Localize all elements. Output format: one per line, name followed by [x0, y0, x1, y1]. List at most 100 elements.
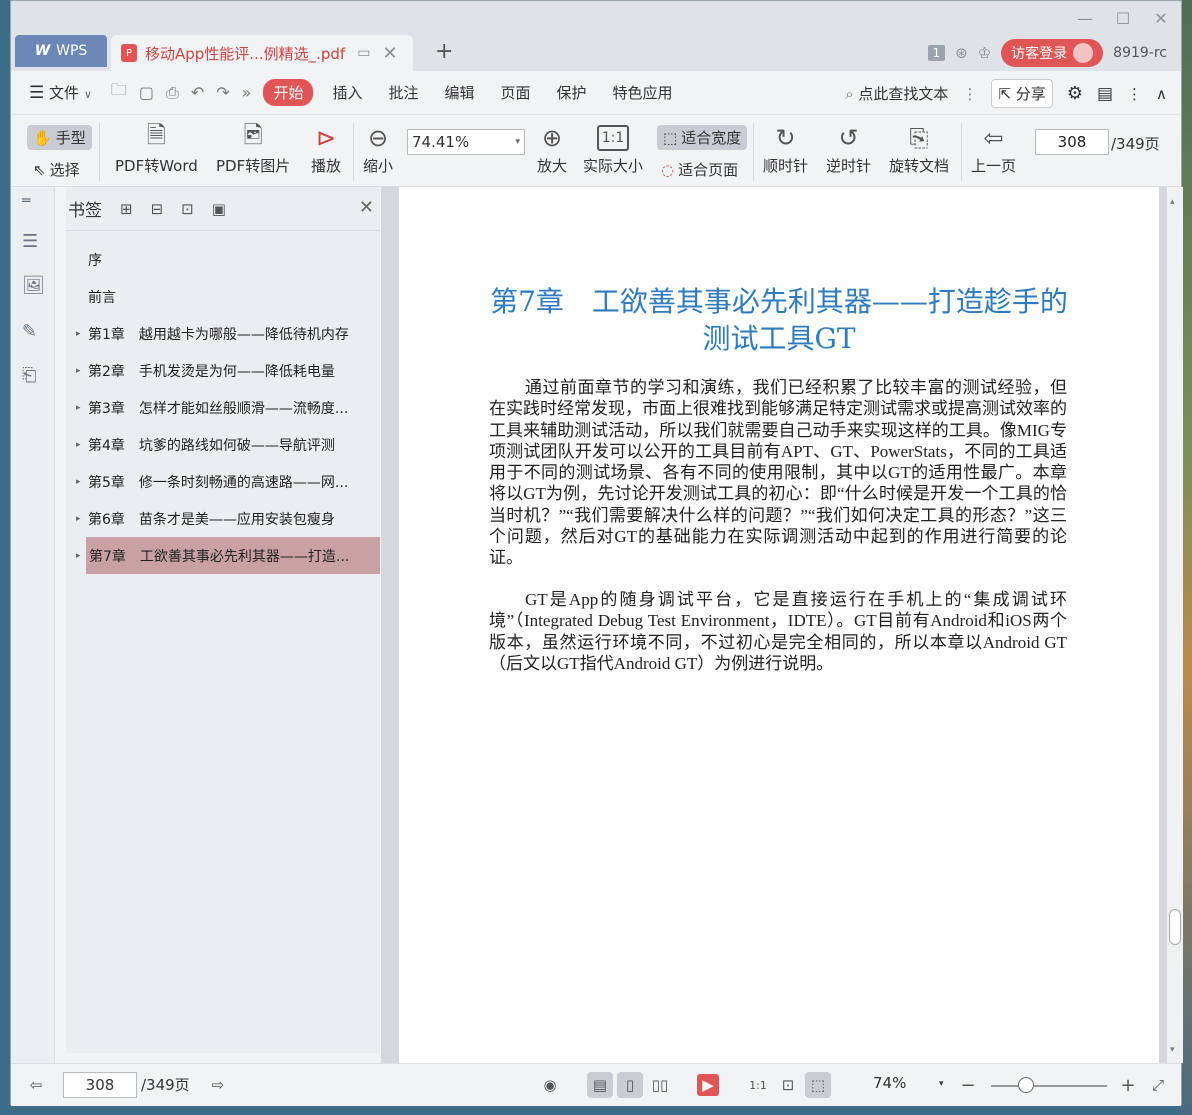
expand-arrow-icon[interactable]: ▸: [76, 440, 81, 450]
more-vertical-icon[interactable]: ⋮: [962, 85, 977, 103]
attachment-icon[interactable]: ⎗: [22, 365, 36, 386]
menu-insert[interactable]: 插入: [319, 82, 375, 103]
menu-start[interactable]: 开始: [263, 79, 314, 106]
scrollbar-thumb[interactable]: [1169, 909, 1181, 945]
expand-arrow-icon[interactable]: ▸: [76, 477, 81, 487]
menu-special[interactable]: 特色应用: [600, 82, 686, 103]
more-options-icon[interactable]: ⋮: [1127, 85, 1142, 103]
prev-page-icon[interactable]: ⇦: [23, 1072, 49, 1098]
bookmark-options-icon[interactable]: ▣: [212, 200, 226, 218]
bookmark-item[interactable]: ▸ 第3章 怎样才能如丝般顺滑——流畅度...: [66, 389, 380, 426]
more-quick-icon[interactable]: »: [236, 83, 258, 102]
prev-page-button[interactable]: ⇦ 上一页: [971, 121, 1016, 176]
share-button[interactable]: ⇱ 分享: [991, 79, 1053, 108]
annotation-icon[interactable]: ✎: [22, 321, 37, 342]
tab-wps-home[interactable]: W WPS: [15, 35, 107, 67]
zoom-slider[interactable]: [991, 1085, 1107, 1087]
minimize-button[interactable]: —: [1075, 9, 1095, 28]
fit-page-status-icon[interactable]: ⊡: [775, 1072, 801, 1098]
pin-window-icon[interactable]: ▭: [357, 45, 370, 61]
status-page-input[interactable]: 308: [63, 1072, 137, 1098]
skin-icon[interactable]: ♔: [978, 44, 991, 62]
collapse-ribbon-icon[interactable]: ∧: [1156, 85, 1167, 103]
actual-size-button[interactable]: 1:1 实际大小: [583, 121, 643, 176]
vertical-scrollbar[interactable]: ▴ ▾: [1167, 187, 1183, 1063]
redo-icon[interactable]: ↷: [210, 83, 235, 102]
actual-size-status-icon[interactable]: 1:1: [745, 1072, 771, 1098]
continuous-view-icon[interactable]: ▤: [587, 1072, 613, 1098]
comment-icon[interactable]: ▤: [1097, 84, 1113, 104]
pdf-to-image-button[interactable]: 🖻 PDF转图片: [216, 121, 290, 176]
expand-all-icon[interactable]: ⊞: [120, 200, 133, 218]
tab-wps-label: WPS: [56, 43, 88, 59]
print-icon[interactable]: ⎙: [160, 83, 185, 103]
bookmark-item[interactable]: 前言: [66, 278, 380, 315]
bookmark-item[interactable]: ▸ 第4章 坑爹的路线如何破——导航评测: [66, 426, 380, 463]
zoom-out-icon: ⊖: [367, 124, 389, 152]
gear-icon[interactable]: ⚙: [1067, 83, 1083, 104]
single-page-icon[interactable]: ▯: [617, 1072, 643, 1098]
expand-arrow-icon[interactable]: ▸: [76, 403, 81, 413]
zoom-out-status-icon[interactable]: −: [955, 1072, 981, 1098]
zoom-select[interactable]: 74.41% ▾: [407, 129, 525, 155]
window-count-badge[interactable]: 1: [927, 45, 946, 61]
rotate-document-button[interactable]: ⎘ 旋转文档: [889, 121, 949, 176]
menu-protect[interactable]: 保护: [544, 82, 600, 103]
two-page-icon[interactable]: ▯▯: [647, 1072, 673, 1098]
rotate-counterclockwise-button[interactable]: ↺ 逆时针: [826, 121, 871, 176]
fit-width-status-icon[interactable]: ⬚: [805, 1072, 831, 1098]
expand-arrow-icon[interactable]: ▸: [76, 514, 81, 524]
menu-page[interactable]: 页面: [488, 82, 544, 103]
next-page-icon[interactable]: ⇨: [205, 1072, 231, 1098]
undo-icon[interactable]: ↶: [185, 83, 210, 102]
sync-icon[interactable]: ⊛: [955, 44, 968, 62]
fit-page-button[interactable]: ◌ 适合页面: [661, 159, 738, 180]
new-tab-button[interactable]: +: [435, 39, 453, 64]
menu-annotate[interactable]: 批注: [375, 82, 431, 103]
scroll-up-icon[interactable]: ▴: [1170, 197, 1175, 207]
bookmark-item[interactable]: ▸ 第1章 越用越卡为哪般——降低待机内存: [66, 315, 380, 352]
bookmark-list-icon[interactable]: ☰: [22, 231, 38, 252]
expand-arrow-icon[interactable]: ▸: [76, 551, 81, 561]
open-folder-icon[interactable]: 🗀: [105, 79, 133, 106]
zoom-in-button[interactable]: ⊕ 放大: [537, 121, 567, 176]
collapse-all-icon[interactable]: ⊟: [151, 200, 164, 218]
eye-protection-icon[interactable]: ◉: [537, 1072, 563, 1098]
zoom-dropdown-icon[interactable]: ▾: [939, 1079, 944, 1089]
zoom-out-button[interactable]: ⊖ 缩小: [363, 121, 393, 176]
zoom-in-status-icon[interactable]: +: [1115, 1072, 1141, 1098]
bookmark-item[interactable]: ▸ 第6章 苗条才是美——应用安装包瘦身: [66, 500, 380, 537]
bookmark-item[interactable]: ▸ 第5章 修一条时刻畅通的高速路——网...: [66, 463, 380, 500]
play-slideshow-icon[interactable]: ▶: [697, 1074, 719, 1096]
menu-edit[interactable]: 编辑: [432, 82, 488, 103]
tab-document[interactable]: P 移动App性能评...例精选_.pdf ▭ ✕: [111, 35, 413, 71]
select-tool-button[interactable]: ⇖ 选择: [33, 159, 80, 180]
document-viewport[interactable]: 第7章 工欲善其事必先利其器——打造趁手的测试工具GT 通过前面章节的学习和演练…: [381, 187, 1167, 1063]
bookmark-item[interactable]: ▸ 第2章 手机发烫是为何——降低耗电量: [66, 352, 380, 389]
fullscreen-icon[interactable]: ⤢: [1145, 1072, 1171, 1098]
file-menu[interactable]: ☰ 文件 ∨: [11, 82, 105, 103]
guest-login-button[interactable]: 访客登录: [1001, 39, 1104, 67]
close-tab-icon[interactable]: ✕: [382, 43, 397, 64]
expand-arrow-icon[interactable]: ▸: [76, 329, 81, 339]
maximize-button[interactable]: ☐: [1113, 9, 1133, 28]
fit-width-button[interactable]: ⬚ 适合宽度: [657, 125, 748, 150]
close-panel-icon[interactable]: ✕: [359, 197, 374, 218]
page-number-input[interactable]: 308: [1035, 129, 1109, 155]
expand-arrow-icon[interactable]: ▸: [76, 366, 81, 376]
close-window-button[interactable]: ✕: [1151, 9, 1171, 28]
hand-tool-button[interactable]: ✋ 手型: [27, 125, 92, 150]
pdf-to-word-button[interactable]: 🗎 PDF转Word: [115, 121, 198, 176]
divider: [753, 123, 754, 181]
play-button[interactable]: ⊳ 播放: [311, 121, 341, 176]
rotate-clockwise-button[interactable]: ↻ 顺时针: [763, 121, 808, 176]
bookmark-item[interactable]: ▸ 第7章 工欲善其事必先利其器——打造...: [76, 537, 380, 574]
bookmark-item[interactable]: 序: [66, 241, 380, 278]
find-text-button[interactable]: ⌕ 点此查找文本: [845, 83, 948, 104]
add-bookmark-icon[interactable]: ⊡: [181, 200, 194, 218]
save-icon[interactable]: ▢: [133, 83, 160, 102]
zoom-percent[interactable]: 74%: [873, 1074, 906, 1092]
zoom-slider-knob[interactable]: [1017, 1077, 1034, 1093]
thumbnail-icon[interactable]: 🖼: [22, 275, 45, 296]
scroll-down-icon[interactable]: ▾: [1170, 1045, 1175, 1055]
